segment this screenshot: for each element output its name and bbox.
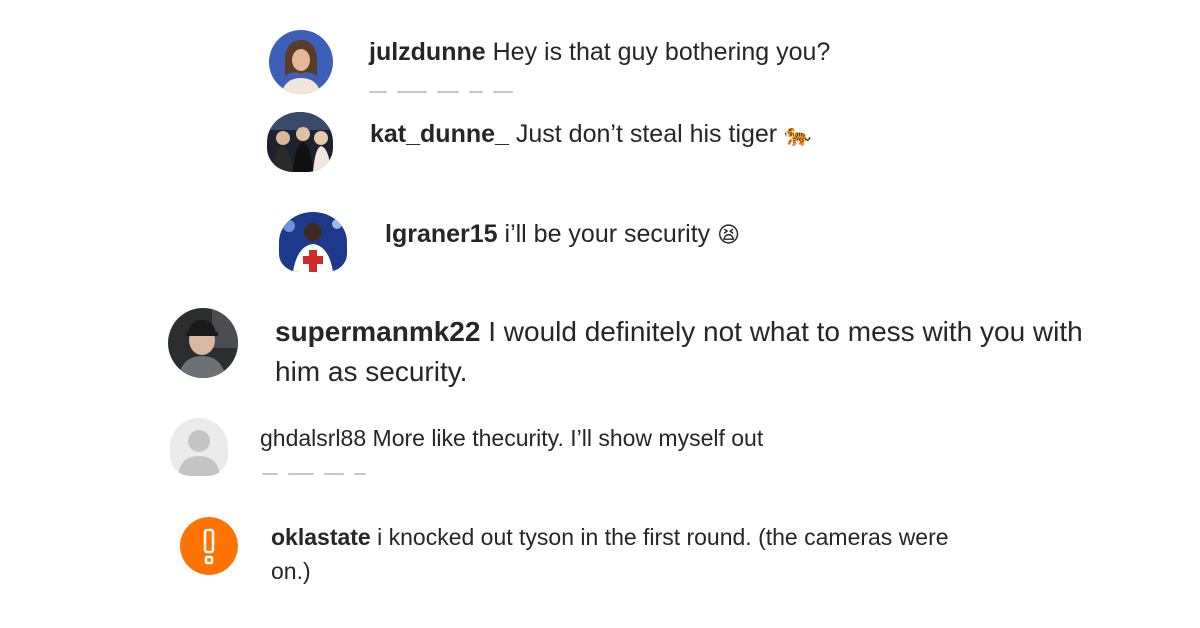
comment-oklastate: oklastate i knocked out tyson in the fir… <box>0 505 1200 605</box>
tired-face-emoji: 😫 <box>717 223 741 248</box>
profile-photo-icon <box>267 112 333 172</box>
comment-text: Hey is that guy bothering you? <box>492 38 831 66</box>
avatar-oklastate[interactable] <box>180 517 238 575</box>
username[interactable]: oklastate <box>271 524 371 550</box>
username[interactable]: lgraner15 <box>385 220 498 248</box>
comment-text: i knocked out tyson in the first round. … <box>271 524 949 584</box>
profile-photo-icon <box>269 30 333 94</box>
comment-text: Just don’t steal his tiger <box>515 120 778 148</box>
comment-text: i’ll be your security <box>504 220 711 248</box>
avatar-julzdunne[interactable] <box>269 30 333 94</box>
person-silhouette-icon <box>170 418 228 476</box>
comment-kat-dunne: kat_dunne_ Just don’t steal his tiger 🐅 <box>0 100 1200 180</box>
exclamation-logo-icon <box>180 517 238 575</box>
profile-photo-icon <box>279 212 347 272</box>
username[interactable]: julzdunne <box>369 38 486 66</box>
comment-ghdalsrl88: ghdalsrl88 More like thecurity. I’ll sho… <box>0 410 1200 490</box>
comment-body: kat_dunne_ Just don’t steal his tiger 🐅 <box>370 118 1150 151</box>
avatar-kat-dunne[interactable] <box>267 112 333 172</box>
comment-body: ghdalsrl88 More like thecurity. I’ll sho… <box>260 424 1020 454</box>
comment-meta-clipped <box>262 471 452 475</box>
username[interactable]: kat_dunne_ <box>370 120 509 148</box>
profile-photo-icon <box>168 308 238 378</box>
comment-text: More like thecurity. I’ll show myself ou… <box>372 425 764 451</box>
comment-body: oklastate i knocked out tyson in the fir… <box>271 520 961 588</box>
username[interactable]: supermanmk22 <box>275 316 480 347</box>
username[interactable]: ghdalsrl88 <box>260 425 366 451</box>
avatar-lgraner15[interactable] <box>279 212 347 272</box>
avatar-ghdalsrl88[interactable] <box>170 418 228 476</box>
comment-body: julzdunne Hey is that guy bothering you? <box>369 36 1129 69</box>
comment-julzdunne: julzdunne Hey is that guy bothering you? <box>0 0 1200 100</box>
comment-meta-clipped <box>369 89 589 93</box>
avatar-supermanmk22[interactable] <box>168 308 238 378</box>
comment-body: supermanmk22 I would definitely not what… <box>275 312 1095 392</box>
comment-supermanmk22: supermanmk22 I would definitely not what… <box>0 300 1200 400</box>
tiger-emoji: 🐅 <box>784 123 812 148</box>
comment-body: lgraner15 i’ll be your security 😫 <box>385 218 1145 251</box>
comment-lgraner15: lgraner15 i’ll be your security 😫 <box>0 200 1200 280</box>
